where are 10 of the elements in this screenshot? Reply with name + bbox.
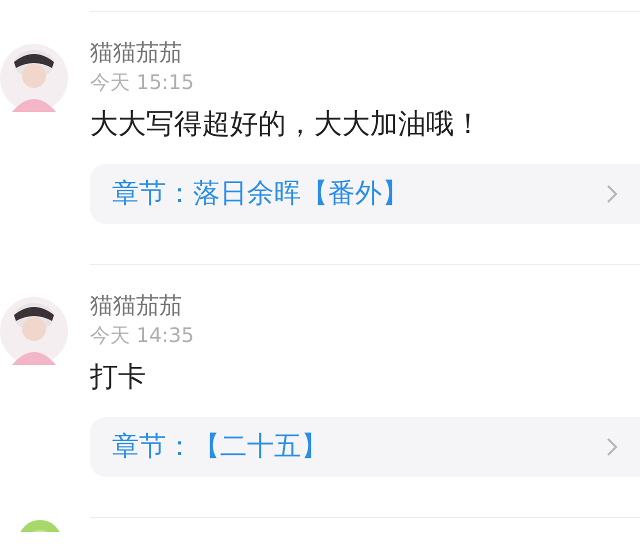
- user-name[interactable]: 猫猫茄茄: [90, 291, 182, 321]
- chevron-right-icon: [606, 437, 618, 457]
- comment-text: 大大写得超好的，大大加油哦！: [90, 106, 482, 142]
- chevron-right-icon: [606, 184, 618, 204]
- chapter-link[interactable]: 章节：【二十五】: [90, 417, 640, 477]
- comment-time: 今天 15:15: [90, 69, 194, 96]
- chapter-link[interactable]: 章节：落日余晖【番外】: [90, 164, 640, 224]
- user-name[interactable]: 猫猫茄茄: [90, 38, 182, 68]
- comment-text: 打卡: [90, 359, 146, 395]
- comment-time: 今天 14:35: [90, 322, 194, 349]
